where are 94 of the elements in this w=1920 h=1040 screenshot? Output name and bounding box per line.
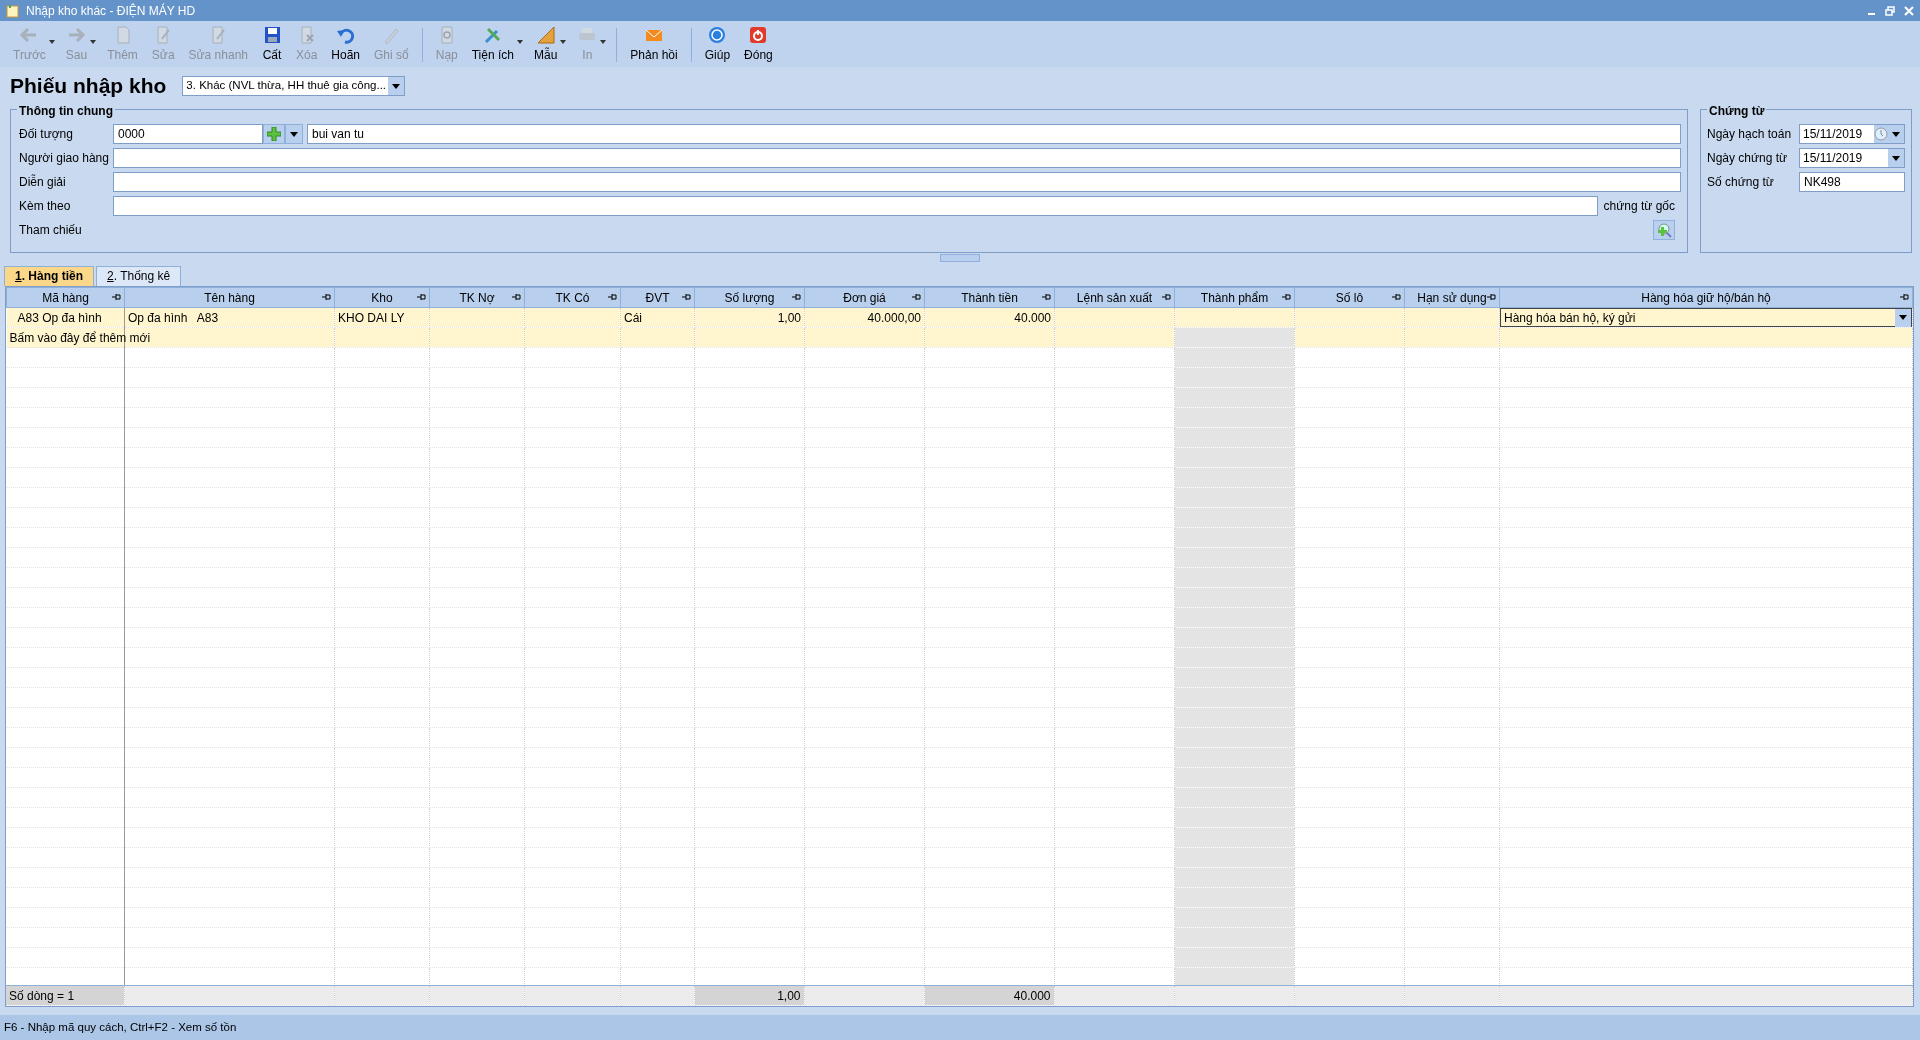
table-cell: Op đa hình A83 bbox=[128, 310, 219, 325]
table-cell: 1,00 bbox=[777, 310, 801, 325]
voucher-type-dropdown[interactable]: 3. Khác (NVL thừa, HH thuê gia công... bbox=[182, 76, 406, 96]
caret-icon[interactable] bbox=[90, 40, 97, 44]
pin-icon[interactable] bbox=[512, 293, 521, 301]
column-header[interactable]: Lệnh sản xuất bbox=[1054, 287, 1175, 308]
pin-icon[interactable] bbox=[1487, 293, 1496, 301]
tools-icon bbox=[482, 25, 503, 45]
right-arrow-icon bbox=[66, 25, 87, 45]
pin-icon[interactable] bbox=[1900, 293, 1909, 301]
pin-icon[interactable] bbox=[912, 293, 921, 301]
field-label: Đối tượng bbox=[18, 126, 74, 143]
caret-icon[interactable] bbox=[392, 83, 401, 89]
date-field[interactable]: 15/11/2019 bbox=[1799, 148, 1905, 168]
caret-icon[interactable] bbox=[517, 40, 523, 44]
splitter-handle[interactable] bbox=[940, 254, 980, 262]
pin-icon[interactable] bbox=[1392, 293, 1401, 301]
toolbar-button[interactable]: Hoãn bbox=[324, 24, 368, 64]
field-label: Diễn giải bbox=[18, 173, 67, 191]
ruler-icon bbox=[535, 25, 556, 45]
pin-icon[interactable] bbox=[1282, 293, 1291, 301]
plus-icon bbox=[267, 127, 281, 141]
save-icon bbox=[262, 25, 282, 45]
caret-icon[interactable] bbox=[1899, 315, 1907, 320]
table-cell: KHO DAI LY bbox=[338, 310, 405, 325]
column-header[interactable]: TK Nợ bbox=[429, 287, 525, 308]
form-title: Phiếu nhập kho bbox=[10, 73, 167, 99]
table-cell-text: A83 Op đa hình bbox=[16, 310, 102, 325]
pin-icon[interactable] bbox=[1042, 293, 1051, 301]
help-icon bbox=[707, 25, 728, 45]
power-icon bbox=[748, 25, 769, 45]
date-field[interactable]: 15/11/2019 bbox=[1799, 124, 1905, 144]
dropdown-button[interactable] bbox=[285, 124, 303, 144]
caret-icon[interactable] bbox=[1892, 155, 1900, 161]
field-label: Kèm theo bbox=[18, 198, 72, 215]
input-field[interactable] bbox=[113, 148, 1681, 168]
add-row-hint[interactable]: Bấm vào đây để thêm mới bbox=[9, 330, 151, 345]
column-header[interactable]: Mã hàng bbox=[6, 287, 125, 308]
caret-icon[interactable] bbox=[560, 40, 567, 44]
restore-icon[interactable] bbox=[1885, 5, 1896, 16]
status-text: F6 - Nhập mã quy cách, Ctrl+F2 - Xem số tồn bbox=[4, 1019, 237, 1035]
search-plus-icon bbox=[1656, 222, 1672, 238]
field-suffix: chứng từ gốc bbox=[1603, 198, 1675, 215]
column-header[interactable]: Thành phẩm bbox=[1174, 287, 1295, 308]
tab[interactable]: 2. Thống kê bbox=[96, 266, 182, 286]
caret-icon[interactable] bbox=[48, 40, 55, 44]
table-cell: 40.000,00 bbox=[867, 310, 921, 325]
field-label: Ngày chứng từ bbox=[1707, 150, 1789, 167]
input-field[interactable]: NK498 bbox=[1799, 172, 1905, 192]
field-label: Tham chiếu bbox=[18, 222, 83, 239]
column-header[interactable]: Kho bbox=[334, 287, 430, 308]
toolbar-button[interactable]: Tiện ích bbox=[464, 24, 521, 64]
column-header[interactable]: Số lượng bbox=[694, 287, 805, 308]
pin-icon[interactable] bbox=[682, 293, 691, 301]
field-label: Người giao hàng bbox=[18, 150, 109, 167]
pin-icon[interactable] bbox=[112, 293, 121, 301]
table-cell: Cái bbox=[624, 310, 642, 325]
pin-icon[interactable] bbox=[792, 293, 801, 301]
field-label: Ngày hạch toán bbox=[1707, 126, 1793, 143]
pin-icon[interactable] bbox=[608, 293, 617, 301]
column-header[interactable]: ĐVT bbox=[620, 287, 695, 308]
toolbar-button[interactable]: Giúp bbox=[697, 24, 738, 64]
app-icon bbox=[6, 3, 20, 18]
column-header[interactable]: TK Có bbox=[524, 287, 621, 308]
input-field[interactable] bbox=[113, 196, 1598, 216]
caret-icon[interactable] bbox=[1892, 131, 1900, 137]
field-label: Số chứng từ bbox=[1707, 174, 1775, 191]
column-header[interactable]: Hàng hóa giữ hộ/bán hộ bbox=[1499, 287, 1913, 308]
tab[interactable]: 1. Hàng tiền bbox=[4, 266, 95, 286]
close-icon[interactable] bbox=[1904, 5, 1914, 16]
toolbar-button[interactable]: Phản hồi bbox=[623, 24, 685, 64]
add-reference-button[interactable] bbox=[1653, 220, 1675, 240]
column-header[interactable]: Tên hàng bbox=[124, 287, 335, 308]
toolbar-button[interactable]: Đóng bbox=[737, 24, 780, 64]
caret-icon[interactable] bbox=[290, 131, 298, 137]
pin-icon[interactable] bbox=[417, 293, 426, 301]
column-header[interactable]: Đơn giá bbox=[804, 287, 925, 308]
input-field[interactable] bbox=[113, 172, 1681, 192]
object-name-field[interactable]: bui van tu bbox=[307, 124, 1681, 144]
window-title: Nhập kho khác - ĐIỆN MÁY HD bbox=[26, 2, 196, 20]
total-cell: 1,00 bbox=[777, 988, 801, 1003]
toolbar-button[interactable]: Mẫu bbox=[527, 24, 565, 64]
column-header[interactable]: Số lô bbox=[1294, 287, 1405, 308]
dropdown-cell[interactable]: Hàng hóa bán hộ, ký gửi bbox=[1500, 308, 1912, 327]
caret-icon[interactable] bbox=[600, 40, 607, 44]
toolbar-button[interactable]: Cất bbox=[255, 24, 289, 64]
pin-icon[interactable] bbox=[322, 293, 331, 301]
pin-icon[interactable] bbox=[1162, 293, 1171, 301]
column-header[interactable]: Thành tiền bbox=[924, 287, 1055, 308]
table-cell: 40.000 bbox=[1014, 310, 1051, 325]
row-count: Số dòng = 1 bbox=[9, 988, 75, 1003]
column-header[interactable]: Hạn sử dụng bbox=[1404, 287, 1500, 308]
total-cell: 40.000 bbox=[1013, 988, 1051, 1003]
object-code-field[interactable]: 0000 bbox=[113, 124, 263, 144]
